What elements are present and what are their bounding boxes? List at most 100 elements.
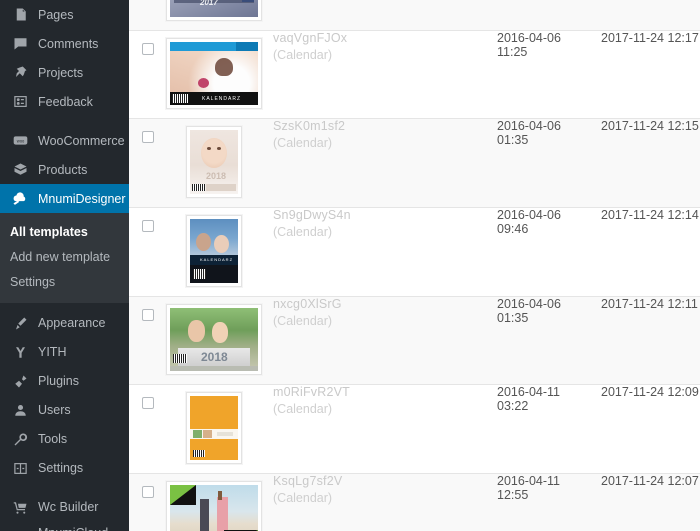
- table-row[interactable]: 2018 nxcg0XlSrG (Calendar) 2016-04-06 01…: [129, 296, 700, 385]
- row-select-cell: [129, 384, 161, 474]
- products-icon: [10, 160, 30, 180]
- admin-screen: Pages Comments Projects Feedback woo Woo…: [0, 0, 700, 531]
- sidebar-item-feedback[interactable]: Feedback: [0, 87, 129, 116]
- thumbnail-image: 2017: [170, 0, 258, 17]
- sidebar-item-label: Plugins: [38, 374, 79, 389]
- row-title-cell: SzsK0m1sf2 (Calendar): [273, 118, 473, 208]
- row-title-cell: [273, 0, 473, 31]
- row-title-cell: m0RiFvR2VT (Calendar): [273, 384, 473, 474]
- template-type: (Calendar): [273, 313, 333, 328]
- template-type: (Calendar): [273, 224, 333, 239]
- row-thumbnail-cell: 2018: [161, 296, 273, 385]
- table-row[interactable]: 2017: [129, 0, 700, 31]
- users-icon: [10, 400, 30, 420]
- sidebar-item-wc-builder[interactable]: Wc Builder: [0, 493, 129, 522]
- row-checkbox[interactable]: [142, 131, 154, 143]
- row-checkbox[interactable]: [142, 397, 154, 409]
- template-type: (Calendar): [273, 490, 333, 505]
- template-type: (Calendar): [273, 135, 333, 150]
- sidebar-item-label: Projects: [38, 65, 84, 80]
- tools-icon: [10, 429, 30, 449]
- row-select-cell: [129, 30, 161, 119]
- row-checkbox[interactable]: [142, 486, 154, 498]
- submenu-item-add-new-template[interactable]: Add new template: [0, 245, 129, 270]
- row-thumbnail-cell: KALENDARZ: [161, 207, 273, 297]
- sidebar-separator: [0, 116, 129, 126]
- row-modified-cell: 2017-11-24 12:15: [593, 118, 700, 208]
- settings-icon: [10, 458, 30, 478]
- row-select-cell: [129, 207, 161, 297]
- sidebar-item-yith[interactable]: YITH: [0, 338, 129, 367]
- template-name[interactable]: m0RiFvR2VT: [273, 385, 473, 401]
- row-modified-cell: [593, 0, 700, 31]
- sidebar-item-mnumicloud-integrator[interactable]: MnumiCloud Integrator: [0, 522, 129, 531]
- template-name[interactable]: KsqLg7sf2V: [273, 474, 473, 490]
- table-row[interactable]: 2018 SzsK0m1sf2 (Calendar) 2016-04-06 01…: [129, 118, 700, 208]
- sidebar-item-woocommerce[interactable]: woo WooCommerce: [0, 126, 129, 155]
- template-name[interactable]: nxcg0XlSrG: [273, 297, 473, 313]
- template-type: (Calendar): [273, 47, 333, 62]
- row-modified-cell: 2017-11-24 12:11: [593, 296, 700, 385]
- sidebar-item-label: MnumiCloud Integrator: [38, 525, 129, 531]
- submenu-item-all-templates[interactable]: All templates: [0, 220, 129, 245]
- row-created-cell: [473, 0, 593, 31]
- submenu-item-settings[interactable]: Settings: [0, 270, 129, 295]
- template-thumbnail[interactable]: 2017: [166, 481, 262, 531]
- row-created-cell: 2016-04-06 01:35: [473, 118, 593, 208]
- sidebar-item-tools[interactable]: Tools: [0, 425, 129, 454]
- row-checkbox[interactable]: [142, 220, 154, 232]
- template-thumbnail[interactable]: 2018: [166, 304, 262, 375]
- row-title-cell: Sn9gDwyS4n (Calendar): [273, 207, 473, 297]
- thumbnail-image: [190, 396, 238, 460]
- sidebar-item-settings[interactable]: Settings: [0, 454, 129, 483]
- thumbnail-image: 2017: [170, 485, 258, 531]
- sidebar-item-comments[interactable]: Comments: [0, 29, 129, 58]
- admin-sidebar: Pages Comments Projects Feedback woo Woo…: [0, 0, 129, 531]
- template-name[interactable]: Sn9gDwyS4n: [273, 208, 473, 224]
- row-checkbox[interactable]: [142, 309, 154, 321]
- sidebar-item-label: Settings: [38, 461, 84, 476]
- row-created-cell: 2016-04-06 09:46: [473, 207, 593, 297]
- table-row[interactable]: 2017 KsqLg7sf2V (Calendar) 2016-04-11 12…: [129, 473, 700, 531]
- thumbnail-image: KALENDARZ: [190, 219, 238, 283]
- sidebar-item-users[interactable]: Users: [0, 396, 129, 425]
- row-modified-cell: 2017-11-24 12:07: [593, 473, 700, 531]
- sidebar-item-mnumidesigner[interactable]: MnumiDesigner: [0, 184, 129, 213]
- sidebar-item-label: Products: [38, 162, 88, 177]
- row-thumbnail-cell: 2018: [161, 118, 273, 208]
- template-name[interactable]: vaqVgnFJOx: [273, 31, 473, 47]
- sidebar-item-label: YITH: [38, 345, 67, 360]
- woocommerce-icon: woo: [10, 131, 30, 151]
- sidebar-separator: [0, 483, 129, 493]
- template-type: (Calendar): [273, 401, 333, 416]
- row-title-cell: vaqVgnFJOx (Calendar): [273, 30, 473, 119]
- sidebar-item-projects[interactable]: Projects: [0, 58, 129, 87]
- sidebar-item-appearance[interactable]: Appearance: [0, 309, 129, 338]
- sidebar-item-plugins[interactable]: Plugins: [0, 367, 129, 396]
- template-name[interactable]: SzsK0m1sf2: [273, 119, 473, 135]
- row-checkbox[interactable]: [142, 43, 154, 55]
- row-created-cell: 2016-04-06 01:35: [473, 296, 593, 385]
- template-thumbnail[interactable]: KALENDARZ: [186, 215, 242, 287]
- template-thumbnail[interactable]: [186, 392, 242, 464]
- sidebar-item-pages[interactable]: Pages: [0, 0, 129, 29]
- sidebar-item-label: Comments: [38, 36, 99, 51]
- table-row[interactable]: KALENDARZ Sn9gDwyS4n (Calendar) 2016-04-…: [129, 207, 700, 297]
- sidebar-item-label: Users: [38, 403, 71, 418]
- row-created-cell: 2016-04-11 03:22: [473, 384, 593, 474]
- sidebar-item-label: Appearance: [38, 316, 106, 331]
- sidebar-item-label: Feedback: [38, 94, 93, 109]
- template-thumbnail[interactable]: KALENDARZ: [166, 38, 262, 109]
- thumbnail-image: 2018: [190, 130, 238, 194]
- table-row[interactable]: m0RiFvR2VT (Calendar) 2016-04-11 03:22 2…: [129, 384, 700, 474]
- cart-icon: [10, 497, 30, 517]
- row-modified-cell: 2017-11-24 12:14: [593, 207, 700, 297]
- sidebar-item-products[interactable]: Products: [0, 155, 129, 184]
- template-thumbnail[interactable]: 2017: [166, 0, 262, 21]
- row-thumbnail-cell: 2017: [161, 0, 273, 31]
- table-row[interactable]: KALENDARZ vaqVgnFJOx (Calendar) 2016-04-…: [129, 30, 700, 119]
- template-thumbnail[interactable]: 2018: [186, 126, 242, 198]
- thumbnail-image: KALENDARZ: [170, 42, 258, 105]
- mnumidesigner-icon: [10, 189, 30, 209]
- row-modified-cell: 2017-11-24 12:17: [593, 30, 700, 119]
